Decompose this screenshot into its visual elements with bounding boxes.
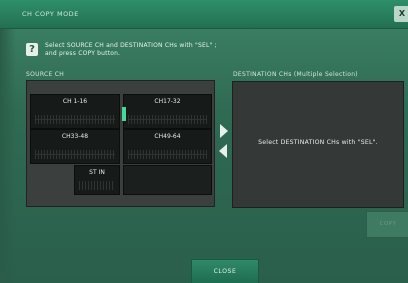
source-block-label: ST IN	[89, 169, 105, 176]
instruction-line-2: and press COPY button.	[45, 50, 121, 57]
source-block-label: CH33-48	[61, 133, 89, 140]
source-block-ch49-64[interactable]: CH49-64	[123, 129, 212, 164]
arrow-right-icon	[220, 124, 228, 138]
source-block-label: CH17-32	[154, 98, 181, 105]
source-ch-label: SOURCE CH	[26, 71, 65, 78]
close-button[interactable]: CLOSE	[191, 259, 259, 283]
source-block-label: CH 1-16	[62, 98, 88, 105]
source-ch-panel: CH 1-16 CH17-32 CH33-48 CH49-64 ST IN	[26, 80, 215, 207]
selection-indicator	[122, 107, 126, 121]
help-icon: ?	[26, 43, 38, 56]
close-window-button[interactable]: X	[394, 6, 408, 22]
source-block-st-in[interactable]: ST IN	[74, 165, 120, 195]
source-block-ch17-32[interactable]: CH17-32	[123, 94, 212, 129]
channel-strip-ticks	[35, 150, 115, 159]
window-title: CH COPY MODE	[22, 10, 79, 18]
instruction-text: Select SOURCE CH and DESTINATION CHs wit…	[45, 42, 217, 58]
empty-block	[123, 165, 212, 195]
channel-strip-ticks	[79, 181, 115, 190]
instruction-line-1: Select SOURCE CH and DESTINATION CHs wit…	[45, 42, 217, 49]
arrow-left-icon	[219, 144, 227, 158]
copy-button[interactable]: COPY	[366, 211, 408, 238]
side-shade	[0, 28, 16, 283]
destination-chs-label: DESTINATION CHs (Multiple Selection)	[233, 71, 358, 78]
destination-message: Select DESTINATION CHs with "SEL".	[258, 139, 378, 146]
source-block-ch33-48[interactable]: CH33-48	[30, 129, 120, 164]
channel-strip-ticks	[35, 115, 115, 124]
channel-strip-ticks	[128, 150, 207, 159]
source-block-label: CH49-64	[154, 133, 181, 140]
destination-chs-panel[interactable]: Select DESTINATION CHs with "SEL".	[232, 81, 404, 208]
title-bar: CH COPY MODE X	[0, 0, 408, 29]
source-block-ch1-16[interactable]: CH 1-16	[30, 94, 120, 129]
channel-strip-ticks	[128, 115, 207, 124]
ch-copy-mode-window: CH COPY MODE X ? Select SOURCE CH and DE…	[0, 0, 408, 283]
